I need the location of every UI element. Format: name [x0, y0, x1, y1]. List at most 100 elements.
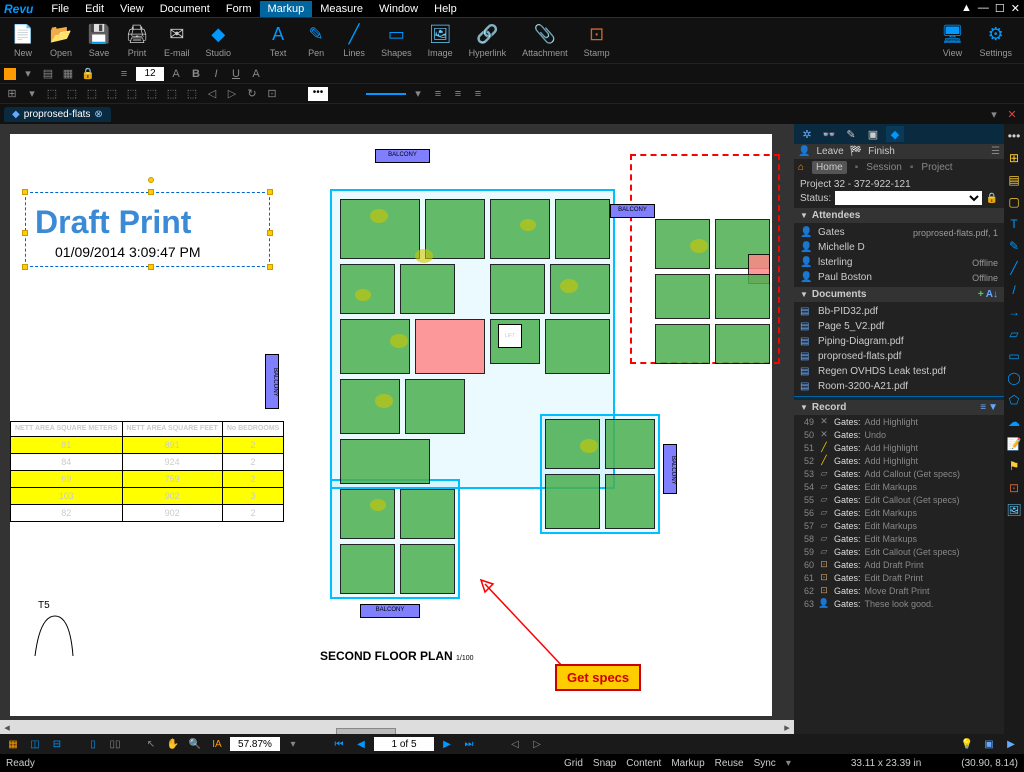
- view-button[interactable]: 🖥View: [935, 22, 969, 60]
- prop-bold-icon[interactable]: B: [188, 66, 204, 82]
- status-snap[interactable]: Snap: [593, 758, 616, 769]
- shapes-button[interactable]: ▭Shapes: [375, 22, 418, 60]
- toolstrip-box-icon[interactable]: ▢: [1006, 194, 1022, 210]
- menu-form[interactable]: Form: [218, 1, 260, 17]
- studio-button[interactable]: ◆Studio: [200, 22, 238, 60]
- nav-select-icon[interactable]: IA: [208, 736, 226, 752]
- nav-dim-icon[interactable]: 💡: [958, 736, 976, 752]
- menu-window[interactable]: Window: [371, 1, 426, 17]
- align-bot-icon[interactable]: ⬚: [144, 86, 160, 102]
- record-row[interactable]: 56▱Gates:Edit Markups: [794, 506, 1004, 519]
- collapse-icon[interactable]: ▼: [800, 290, 808, 299]
- record-row[interactable]: 52╱Gates:Add Highlight: [794, 454, 1004, 467]
- open-button[interactable]: 📂Open: [44, 22, 78, 60]
- toolstrip-poly-icon[interactable]: ⬠: [1006, 392, 1022, 408]
- collapse-icon[interactable]: ▼: [800, 211, 808, 220]
- align-mid-icon[interactable]: ⬚: [124, 86, 140, 102]
- prop-underline-icon[interactable]: U: [228, 66, 244, 82]
- align-left-icon[interactable]: ⬚: [44, 86, 60, 102]
- attendee-row[interactable]: 👤Michelle D: [794, 240, 1004, 255]
- align-text-icon[interactable]: ≡: [430, 86, 446, 102]
- record-row[interactable]: 59▱Gates:Edit Callout (Get specs): [794, 545, 1004, 558]
- record-row[interactable]: 50✕Gates:Undo: [794, 428, 1004, 441]
- record-row[interactable]: 54▱Gates:Edit Markups: [794, 480, 1004, 493]
- tab-dropdown-icon[interactable]: ▾: [986, 106, 1002, 122]
- align-top-icon[interactable]: ⬚: [104, 86, 120, 102]
- nav-back-icon[interactable]: ◁: [506, 736, 524, 752]
- doc-sort-icon[interactable]: A↓: [986, 289, 998, 300]
- prop-color2-icon[interactable]: A: [248, 66, 264, 82]
- status-sync[interactable]: Sync: [754, 758, 776, 769]
- toolstrip-text-icon[interactable]: T: [1006, 216, 1022, 232]
- window-close-icon[interactable]: ✕: [1011, 2, 1020, 15]
- attendee-row[interactable]: 👤lsterlingOffline: [794, 255, 1004, 270]
- home-icon[interactable]: ⌂: [798, 162, 804, 173]
- flip-v-icon[interactable]: ▷: [224, 86, 240, 102]
- document-row[interactable]: ▤Room-3200-A21.pdf: [794, 379, 1004, 394]
- panel-tab-box-icon[interactable]: ▣: [864, 126, 882, 142]
- prop-lock-icon[interactable]: 🔒: [80, 66, 96, 82]
- menu-file[interactable]: File: [43, 1, 77, 17]
- document-row[interactable]: ▤Regen OVHDS Leak test.pdf: [794, 364, 1004, 379]
- toolstrip-rect-icon[interactable]: ▭: [1006, 348, 1022, 364]
- document-row[interactable]: ▤Piping-Diagram.pdf: [794, 334, 1004, 349]
- window-minimize-icon[interactable]: —: [978, 2, 989, 15]
- text-button[interactable]: AText: [261, 22, 295, 60]
- record-row[interactable]: 62⊡Gates:Move Draft Print: [794, 584, 1004, 597]
- align-text2-icon[interactable]: ≡: [450, 86, 466, 102]
- nav-thumb-icon[interactable]: ▦: [4, 736, 22, 752]
- window-maximize-icon[interactable]: ☐: [995, 2, 1005, 15]
- status-grid[interactable]: Grid: [564, 758, 583, 769]
- menu-view[interactable]: View: [112, 1, 152, 17]
- menu-measure[interactable]: Measure: [312, 1, 371, 17]
- tab-x-icon[interactable]: ✕: [1004, 106, 1020, 122]
- record-row[interactable]: 60⊡Gates:Add Draft Print: [794, 558, 1004, 571]
- window-up-icon[interactable]: ▲: [961, 2, 972, 15]
- stamp-button[interactable]: ⊡Stamp: [578, 22, 616, 60]
- record-header[interactable]: ▼ Record ≡ ▼: [794, 400, 1004, 415]
- nav-last-icon[interactable]: ⏭: [460, 736, 478, 752]
- project-tab[interactable]: Project: [921, 162, 952, 173]
- leave-icon[interactable]: 👤: [798, 146, 810, 157]
- prop-linewidth-icon[interactable]: ≡: [116, 66, 132, 82]
- line-end-icon[interactable]: ▾: [410, 86, 426, 102]
- document-row[interactable]: ▤Page 5_V2.pdf: [794, 319, 1004, 334]
- document-row[interactable]: ▤proprosed-flats.pdf: [794, 349, 1004, 364]
- prop-italic-icon[interactable]: I: [208, 66, 224, 82]
- menu-edit[interactable]: Edit: [77, 1, 112, 17]
- horizontal-scrollbar[interactable]: ◂ ▸: [0, 720, 794, 734]
- record-row[interactable]: 53▱Gates:Add Callout (Get specs): [794, 467, 1004, 480]
- menu-help[interactable]: Help: [426, 1, 465, 17]
- project-tab-icon[interactable]: ▪: [910, 162, 914, 173]
- nav-singlepage-icon[interactable]: ▯: [84, 736, 102, 752]
- toolstrip-image-icon[interactable]: 🖼: [1006, 502, 1022, 518]
- toolstrip-stamp-icon[interactable]: ⊡: [1006, 480, 1022, 496]
- documents-header[interactable]: ▼ Documents + A↓: [794, 287, 1004, 302]
- prop-fontsize-input[interactable]: [136, 67, 164, 81]
- leave-button[interactable]: Leave: [816, 146, 843, 157]
- panel-tab-highlighter-icon[interactable]: ✎: [842, 126, 860, 142]
- finish-button[interactable]: Finish: [868, 146, 895, 157]
- prop-font-a-icon[interactable]: A: [168, 66, 184, 82]
- rotate-icon[interactable]: ↻: [244, 86, 260, 102]
- document-viewport[interactable]: Draft Print 01/09/2014 3:09:47 PM: [0, 124, 794, 734]
- align-text3-icon[interactable]: ≡: [470, 86, 486, 102]
- prop-align-icon[interactable]: ▤: [40, 66, 56, 82]
- record-row[interactable]: 63👤Gates:These look good.: [794, 597, 1004, 610]
- align-btn[interactable]: ⊞: [4, 86, 20, 102]
- record-row[interactable]: 57▱Gates:Edit Markups: [794, 519, 1004, 532]
- status-select[interactable]: [835, 191, 981, 205]
- line-style-icon[interactable]: [366, 93, 406, 95]
- session-menu-icon[interactable]: ☰: [991, 146, 1000, 157]
- callout-box[interactable]: Get specs: [555, 664, 641, 691]
- align-center-icon[interactable]: ⬚: [64, 86, 80, 102]
- attendees-header[interactable]: ▼ Attendees: [794, 208, 1004, 223]
- nav-hand-icon[interactable]: ✋: [164, 736, 182, 752]
- toolstrip-ellipse-icon[interactable]: ◯: [1006, 370, 1022, 386]
- nav-prev-icon[interactable]: ◀: [352, 736, 370, 752]
- nav-split2-icon[interactable]: ⊟: [48, 736, 66, 752]
- toolstrip-callout-icon[interactable]: ▱: [1006, 326, 1022, 342]
- nav-fwd-icon[interactable]: ▷: [528, 736, 546, 752]
- save-button[interactable]: 💾Save: [82, 22, 116, 60]
- tab-close-icon[interactable]: ⊗: [94, 109, 102, 120]
